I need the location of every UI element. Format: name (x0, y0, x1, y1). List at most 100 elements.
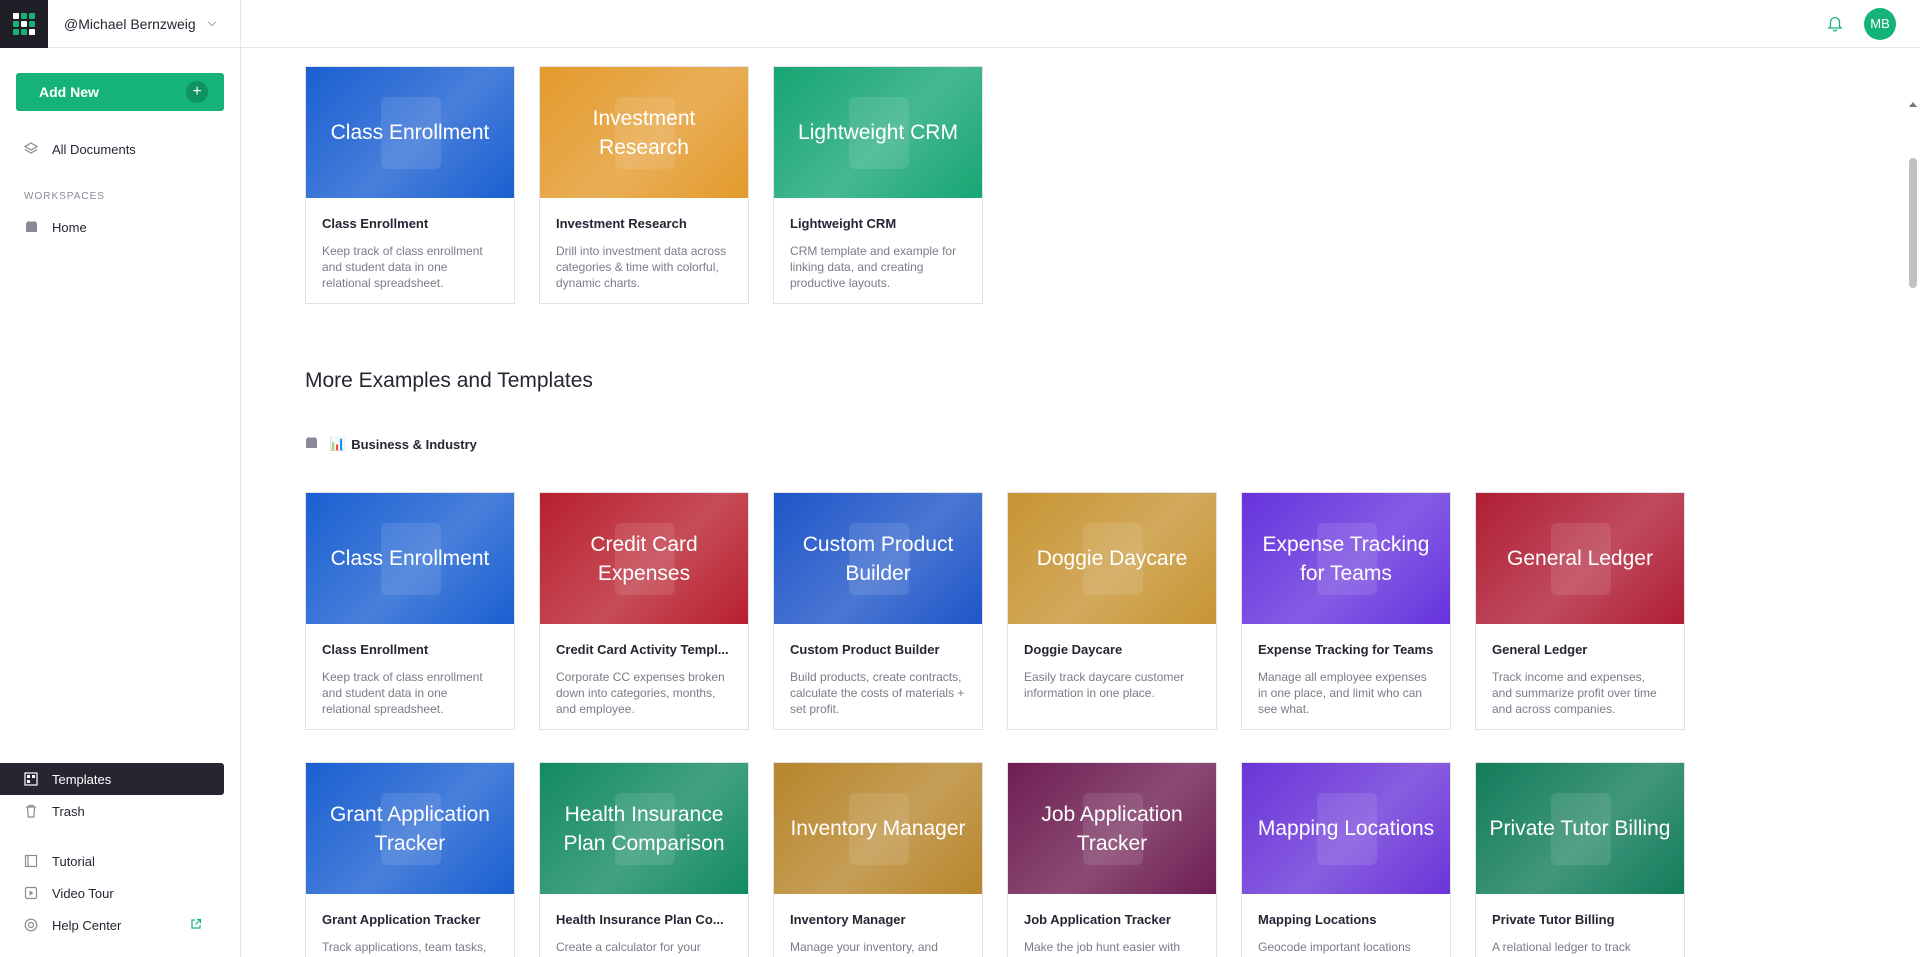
template-name: Inventory Manager (790, 912, 906, 927)
template-name: Custom Product Builder (790, 642, 940, 657)
nav-tutorial-label: Tutorial (52, 853, 95, 869)
sidebar: @Michael Bernzweig ⌵ Add New + All Docum… (0, 0, 241, 957)
nav-templates[interactable]: Templates (0, 763, 224, 795)
nav-tutorial[interactable]: Tutorial (0, 845, 224, 877)
template-card-body: Class Enrollment Keep track of class enro… (306, 624, 514, 729)
thumbnail-title: Mapping Locations (1257, 817, 1435, 840)
template-thumbnail: Inventory Manager (774, 763, 982, 894)
thumbnail-title: General Ledger (1507, 547, 1653, 570)
template-card[interactable]: Inventory Manager Inventory Manager Manage… (773, 762, 983, 957)
add-new-button[interactable]: Add New + (16, 73, 224, 111)
thumbnail-title: Grant Application Tracker (330, 802, 490, 855)
external-link-icon (190, 918, 202, 933)
category-business-industry[interactable]: 📊 Business & Industry (305, 436, 477, 452)
chevron-down-icon: ⌵ (207, 17, 217, 29)
template-thumbnail: Mapping Locations (1242, 763, 1450, 894)
main-content: Class Enrollment Class Enrollment Keep tra… (241, 49, 1906, 957)
template-name: Health Insurance Plan Co... (556, 912, 724, 927)
template-card-body: Mapping Locations Geocode important locat… (1242, 894, 1450, 957)
template-name: Lightweight CRM (790, 216, 897, 231)
thumbnail-title: Class Enrollment (330, 547, 490, 570)
template-card[interactable]: Grant Application Tracker Grant Applicati… (305, 762, 515, 957)
template-description: Keep track of class enrollment and stude… (322, 670, 483, 716)
template-thumbnail: General Ledger (1476, 493, 1684, 624)
nav-video-tour-label: Video Tour (52, 885, 114, 901)
template-thumbnail: Health Insurance Plan Comparison (540, 763, 748, 894)
scrollbar[interactable] (1906, 48, 1920, 957)
template-name: Private Tutor Billing (1492, 912, 1615, 927)
nav-all-documents-label: All Documents (52, 141, 136, 157)
template-card-body: Private Tutor Billing A relational ledger… (1476, 894, 1684, 957)
thumbnail-title: Job Application Tracker (1041, 802, 1183, 855)
workspaces-heading: WORKSPACES (24, 191, 105, 202)
category-label: Business & Industry (351, 436, 477, 452)
template-card-body: General Ledger Track income and expenses,… (1476, 624, 1684, 729)
template-card[interactable]: Health Insurance Plan Comparison Health I… (539, 762, 749, 957)
template-thumbnail: Job Application Tracker (1008, 763, 1216, 894)
nav-all-documents[interactable]: All Documents (0, 133, 224, 165)
thumbnail-title: Credit Card Expenses (590, 532, 698, 585)
template-description: Easily track daycare customer informatio… (1024, 670, 1185, 700)
scroll-up-arrow-icon[interactable] (1909, 102, 1917, 107)
template-description: CRM template and example for linking dat… (790, 244, 957, 290)
template-name: Grant Application Tracker (322, 912, 481, 927)
template-card[interactable]: Class Enrollment Class Enrollment Keep tra… (305, 492, 515, 730)
template-thumbnail: Grant Application Tracker (306, 763, 514, 894)
template-thumbnail: Expense Tracking for Teams (1242, 493, 1450, 624)
scrollbar-thumb[interactable] (1909, 158, 1917, 288)
nav-home[interactable]: Home (0, 211, 224, 243)
template-card[interactable]: Job Application Tracker Job Application T… (1007, 762, 1217, 957)
avatar[interactable]: MB (1864, 8, 1896, 40)
template-description: Track income and expenses, and summarize… (1492, 670, 1657, 716)
template-card[interactable]: Expense Tracking for Teams Expense Tracki… (1241, 492, 1451, 730)
template-description: Track applications, team tasks, (322, 940, 487, 954)
nav-trash[interactable]: Trash (0, 795, 224, 827)
template-thumbnail: Custom Product Builder (774, 493, 982, 624)
thumbnail-title: Custom Product Builder (802, 532, 954, 585)
template-description: Keep track of class enrollment and stude… (322, 244, 483, 290)
bell-icon[interactable] (1826, 14, 1844, 32)
layers-icon (24, 142, 38, 156)
template-card-body: Class Enrollment Keep track of class enro… (306, 198, 514, 303)
app-logo[interactable] (0, 0, 48, 48)
add-new-label: Add New (39, 84, 99, 100)
template-card[interactable]: General Ledger General Ledger Track income… (1475, 492, 1685, 730)
template-card[interactable]: Class Enrollment Class Enrollment Keep tra… (305, 66, 515, 304)
template-card[interactable]: Credit Card Expenses Credit Card Activity… (539, 492, 749, 730)
template-card[interactable]: Private Tutor Billing Private Tutor Billi… (1475, 762, 1685, 957)
template-card[interactable]: Investment Research Investment Research Dr… (539, 66, 749, 304)
nav-video-tour[interactable]: Video Tour (0, 877, 224, 909)
template-name: Doggie Daycare (1024, 642, 1123, 657)
video-icon (24, 886, 38, 900)
chart-emoji-icon: 📊 (329, 436, 346, 451)
template-card[interactable]: Custom Product Builder Custom Product Bui… (773, 492, 983, 730)
template-card[interactable]: Doggie Daycare Doggie Daycare Easily track… (1007, 492, 1217, 730)
template-name: Credit Card Activity Templ... (556, 642, 729, 657)
thumbnail-title: Private Tutor Billing (1489, 817, 1671, 840)
thumbnail-title: Doggie Daycare (1036, 547, 1188, 570)
template-description: A relational ledger to track (1492, 940, 1631, 954)
template-name: Mapping Locations (1258, 912, 1377, 927)
template-card-body: Health Insurance Plan Co... Create a calc… (540, 894, 748, 957)
template-card-body: Inventory Manager Manage your inventory, … (774, 894, 982, 957)
template-thumbnail: Private Tutor Billing (1476, 763, 1684, 894)
template-description: Create a calculator for your (556, 940, 701, 954)
template-thumbnail: Lightweight CRM (774, 67, 982, 198)
templates-icon (24, 772, 38, 786)
template-card-body: Investment Research Drill into investment… (540, 198, 748, 303)
template-card-body: Expense Tracking for Teams Manage all emp… (1242, 624, 1450, 729)
template-card[interactable]: Mapping Locations Mapping Locations Geocod… (1241, 762, 1451, 957)
template-name: Expense Tracking for Teams (1258, 642, 1434, 657)
nav-home-label: Home (52, 219, 87, 235)
grist-logo-icon (13, 13, 35, 35)
user-label: @Michael Bernzweig (64, 15, 196, 32)
user-menu[interactable]: @Michael Bernzweig ⌵ (48, 0, 241, 48)
template-name: General Ledger (1492, 642, 1588, 657)
template-card[interactable]: Lightweight CRM Lightweight CRM CRM templa… (773, 66, 983, 304)
thumbnail-title: Expense Tracking for Teams (1262, 532, 1430, 585)
template-description: Manage your inventory, and (790, 940, 938, 954)
template-card-body: Doggie Daycare Easily track daycare custo… (1008, 624, 1216, 729)
template-card-body: Custom Product Builder Build products, cr… (774, 624, 982, 729)
help-icon (24, 918, 38, 932)
nav-help-center[interactable]: Help Center (0, 909, 224, 941)
